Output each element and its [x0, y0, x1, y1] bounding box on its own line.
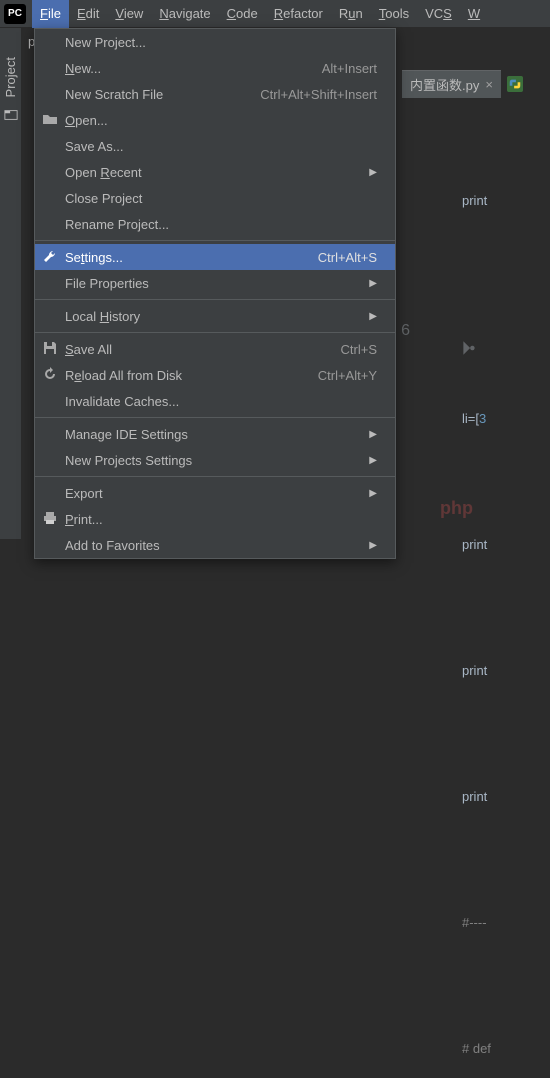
menu-item-label: Open Recent [65, 165, 142, 180]
menu-item-label: Add to Favorites [65, 538, 160, 553]
editor-tab[interactable]: 内置函数.py × [402, 70, 501, 98]
menu-view[interactable]: View [107, 0, 151, 28]
file-menu-item-new-project[interactable]: New Project... [35, 29, 395, 55]
watermark: php [440, 498, 473, 519]
submenu-arrow-icon: ▶ [369, 278, 377, 289]
submenu-arrow-icon: ▶ [369, 455, 377, 466]
file-menu-item-new-projects-settings[interactable]: New Projects Settings ▶ [35, 447, 395, 473]
close-icon[interactable]: × [485, 77, 493, 92]
menu-item-label: Print... [65, 512, 103, 527]
file-menu-item-new[interactable]: New... Alt+Insert [35, 55, 395, 81]
menu-item-label: Export [65, 486, 103, 501]
menu-navigate[interactable]: Navigate [151, 0, 218, 28]
shortcut-label: Ctrl+Alt+Y [318, 368, 377, 383]
submenu-arrow-icon: ▶ [369, 488, 377, 499]
menu-item-label: Manage IDE Settings [65, 427, 188, 442]
editor[interactable]: print 6 li=[3 print print print #---- # … [462, 100, 491, 1078]
shortcut-label: Ctrl+Alt+S [318, 250, 377, 265]
file-menu-item-save-as[interactable]: Save As... [35, 133, 395, 159]
file-menu-item-manage-ide-settings[interactable]: Manage IDE Settings ▶ [35, 421, 395, 447]
file-menu-item-rename-project[interactable]: Rename Project... [35, 211, 395, 237]
file-menu-item-export[interactable]: Export ▶ [35, 480, 395, 506]
menu-item-label: Open... [65, 113, 108, 128]
menu-run[interactable]: Run [331, 0, 371, 28]
project-tool-label[interactable]: Project [3, 53, 18, 101]
app-icon: PC [4, 4, 26, 24]
menu-vcs[interactable]: VCS [417, 0, 460, 28]
menubar: PC File Edit View Navigate Code Refactor… [0, 0, 550, 28]
submenu-arrow-icon: ▶ [369, 311, 377, 322]
shortcut-label: Alt+Insert [322, 61, 377, 76]
menu-item-label: Reload All from Disk [65, 368, 182, 383]
folder-icon [41, 111, 59, 130]
menu-item-label: Rename Project... [65, 217, 169, 232]
menu-item-label: Local History [65, 309, 140, 324]
file-menu-item-print[interactable]: Print... [35, 506, 395, 532]
shortcut-label: Ctrl+Alt+Shift+Insert [260, 87, 377, 102]
shortcut-label: Ctrl+S [341, 342, 377, 357]
project-tool-stripe: Project [0, 28, 22, 539]
menu-item-label: Settings... [65, 250, 123, 265]
file-menu-item-file-properties[interactable]: File Properties ▶ [35, 270, 395, 296]
menu-item-label: Close Project [65, 191, 142, 206]
menu-item-label: Save All [65, 342, 112, 357]
submenu-arrow-icon: ▶ [369, 167, 377, 178]
menu-file[interactable]: File [32, 0, 69, 28]
tab-label: 内置函数.py [410, 75, 479, 94]
submenu-arrow-icon: ▶ [369, 429, 377, 440]
file-menu-item-close-project[interactable]: Close Project [35, 185, 395, 211]
menu-item-label: New... [65, 61, 101, 76]
menu-window[interactable]: W [460, 0, 488, 28]
python-icon [507, 76, 523, 92]
file-menu-item-local-history[interactable]: Local History ▶ [35, 303, 395, 329]
editor-tabs: 内置函数.py × [402, 70, 523, 98]
menu-code[interactable]: Code [219, 0, 266, 28]
menu-refactor[interactable]: Refactor [266, 0, 331, 28]
menu-tools[interactable]: Tools [371, 0, 417, 28]
wrench-icon [41, 248, 59, 267]
save-icon [41, 340, 59, 359]
reload-icon [41, 366, 59, 385]
menu-item-label: New Project... [65, 35, 146, 50]
file-menu-item-add-to-favorites[interactable]: Add to Favorites ▶ [35, 532, 395, 558]
file-menu-item-open[interactable]: Open... [35, 107, 395, 133]
print-icon [41, 510, 59, 529]
file-menu-item-open-recent[interactable]: Open Recent ▶ [35, 159, 395, 185]
menu-item-label: New Scratch File [65, 87, 163, 102]
fold-icon[interactable] [460, 339, 478, 357]
menu-edit[interactable]: Edit [69, 0, 107, 28]
menu-item-label: New Projects Settings [65, 453, 192, 468]
file-menu-item-settings[interactable]: Settings... Ctrl+Alt+S [35, 244, 395, 270]
submenu-arrow-icon: ▶ [369, 540, 377, 551]
file-menu-item-save-all[interactable]: Save All Ctrl+S [35, 336, 395, 362]
project-icon [4, 108, 18, 122]
file-menu-item-reload-all-from-disk[interactable]: Reload All from Disk Ctrl+Alt+Y [35, 362, 395, 388]
menu-item-label: File Properties [65, 276, 149, 291]
file-menu-dropdown: New Project... New... Alt+Insert New Scratc… [34, 28, 396, 559]
file-menu-item-invalidate-caches[interactable]: Invalidate Caches... [35, 388, 395, 414]
file-menu-item-new-scratch-file[interactable]: New Scratch File Ctrl+Alt+Shift+Insert [35, 81, 395, 107]
menu-item-label: Invalidate Caches... [65, 394, 179, 409]
menu-item-label: Save As... [65, 139, 124, 154]
